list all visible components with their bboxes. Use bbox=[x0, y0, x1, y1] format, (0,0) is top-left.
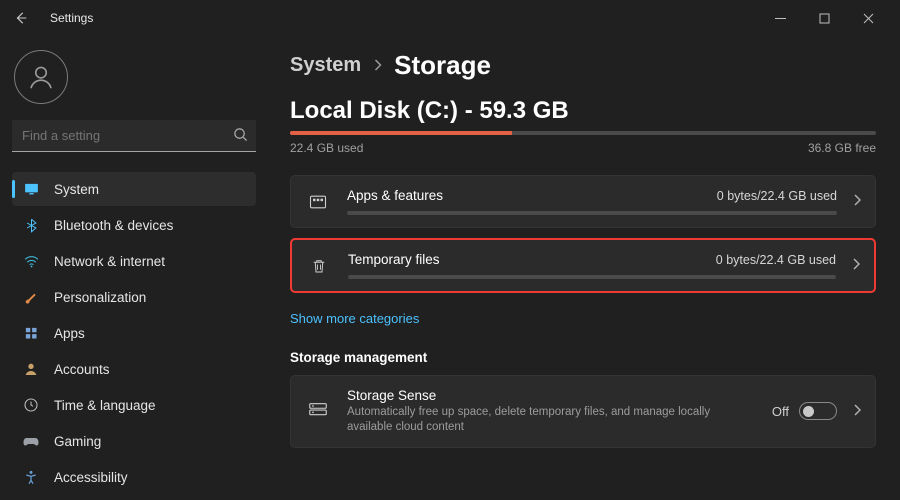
storage-sense-toggle[interactable] bbox=[799, 402, 837, 420]
sidebar-item-personalization[interactable]: Personalization bbox=[12, 280, 256, 314]
category-title: Apps & features bbox=[347, 188, 443, 203]
sidebar-item-label: Accessibility bbox=[54, 470, 128, 485]
storage-sense-state-label: Off bbox=[772, 404, 789, 419]
storage-sense-subtitle: Automatically free up space, delete temp… bbox=[347, 405, 756, 435]
apps-icon bbox=[22, 324, 40, 342]
disk-used-label: 22.4 GB used bbox=[290, 141, 363, 155]
sidebar-item-label: Gaming bbox=[54, 434, 101, 449]
disk-usage-fill bbox=[290, 131, 512, 135]
user-avatar[interactable] bbox=[14, 50, 68, 104]
breadcrumb: System Storage bbox=[290, 50, 876, 81]
wifi-icon bbox=[22, 252, 40, 270]
sidebar-item-label: Accounts bbox=[54, 362, 110, 377]
chevron-right-icon bbox=[373, 58, 382, 74]
user-icon bbox=[26, 62, 56, 92]
category-usage: 0 bytes/22.4 GB used bbox=[716, 253, 836, 267]
search-box[interactable] bbox=[12, 120, 256, 152]
sidebar-item-gaming[interactable]: Gaming bbox=[12, 424, 256, 458]
category-usage: 0 bytes/22.4 GB used bbox=[717, 189, 837, 203]
sidebar-item-label: Apps bbox=[54, 326, 85, 341]
storage-category-temp[interactable]: Temporary files 0 bytes/22.4 GB used bbox=[290, 238, 876, 293]
storage-management-heading: Storage management bbox=[290, 350, 876, 365]
close-icon bbox=[863, 13, 874, 24]
storage-category-apps[interactable]: Apps & features 0 bytes/22.4 GB used bbox=[290, 175, 876, 228]
apps-grid-icon bbox=[305, 189, 331, 215]
sidebar-item-accessibility[interactable]: Accessibility bbox=[12, 460, 256, 494]
main-scroll[interactable]: System Storage Local Disk (C:) - 59.3 GB… bbox=[268, 36, 900, 500]
storage-sense-card[interactable]: Storage Sense Automatically free up spac… bbox=[290, 375, 876, 448]
main-area: System Storage Local Disk (C:) - 59.3 GB… bbox=[268, 36, 900, 500]
sidebar-item-label: Network & internet bbox=[54, 254, 165, 269]
toggle-knob bbox=[803, 406, 814, 417]
window-title: Settings bbox=[50, 11, 93, 25]
brush-icon bbox=[22, 288, 40, 306]
maximize-button[interactable] bbox=[802, 4, 846, 32]
sidebar: System Bluetooth & devices Network & inter… bbox=[0, 36, 268, 500]
search-input[interactable] bbox=[12, 120, 256, 152]
category-usage-bar bbox=[348, 275, 836, 279]
storage-sense-icon bbox=[305, 398, 331, 424]
trash-icon bbox=[306, 253, 332, 279]
disk-usage-labels: 22.4 GB used 36.8 GB free bbox=[290, 141, 876, 155]
nav-list: System Bluetooth & devices Network & inter… bbox=[12, 172, 256, 494]
search-icon bbox=[233, 127, 248, 145]
game-icon bbox=[22, 432, 40, 450]
title-bar: Settings bbox=[0, 0, 900, 36]
disk-free-label: 36.8 GB free bbox=[808, 141, 876, 155]
chevron-right-icon bbox=[853, 194, 861, 209]
page-title: Storage bbox=[394, 50, 491, 81]
bluetooth-icon bbox=[22, 216, 40, 234]
show-more-categories-link[interactable]: Show more categories bbox=[290, 311, 419, 326]
sidebar-item-accounts[interactable]: Accounts bbox=[12, 352, 256, 386]
user-icon bbox=[22, 360, 40, 378]
sidebar-item-label: System bbox=[54, 182, 99, 197]
sidebar-item-label: Bluetooth & devices bbox=[54, 218, 173, 233]
disk-title: Local Disk (C:) - 59.3 GB bbox=[290, 97, 876, 125]
minimize-icon bbox=[775, 13, 786, 24]
sidebar-item-system[interactable]: System bbox=[12, 172, 256, 206]
sidebar-item-bluetooth-devices[interactable]: Bluetooth & devices bbox=[12, 208, 256, 242]
minimize-button[interactable] bbox=[758, 4, 802, 32]
maximize-icon bbox=[819, 13, 830, 24]
category-title: Temporary files bbox=[348, 252, 440, 267]
back-button[interactable] bbox=[10, 7, 32, 29]
sidebar-item-label: Personalization bbox=[54, 290, 146, 305]
sidebar-item-time-language[interactable]: Time & language bbox=[12, 388, 256, 422]
disk-usage-bar bbox=[290, 131, 876, 135]
category-usage-bar bbox=[347, 211, 837, 215]
sidebar-item-label: Time & language bbox=[54, 398, 156, 413]
arrow-left-icon bbox=[14, 11, 28, 25]
clock-icon bbox=[22, 396, 40, 414]
access-icon bbox=[22, 468, 40, 486]
sidebar-item-network-internet[interactable]: Network & internet bbox=[12, 244, 256, 278]
chevron-right-icon bbox=[852, 258, 860, 273]
monitor-icon bbox=[22, 180, 40, 198]
sidebar-item-apps[interactable]: Apps bbox=[12, 316, 256, 350]
chevron-right-icon bbox=[853, 404, 861, 419]
storage-sense-title: Storage Sense bbox=[347, 388, 756, 403]
close-button[interactable] bbox=[846, 4, 890, 32]
breadcrumb-parent[interactable]: System bbox=[290, 54, 361, 77]
